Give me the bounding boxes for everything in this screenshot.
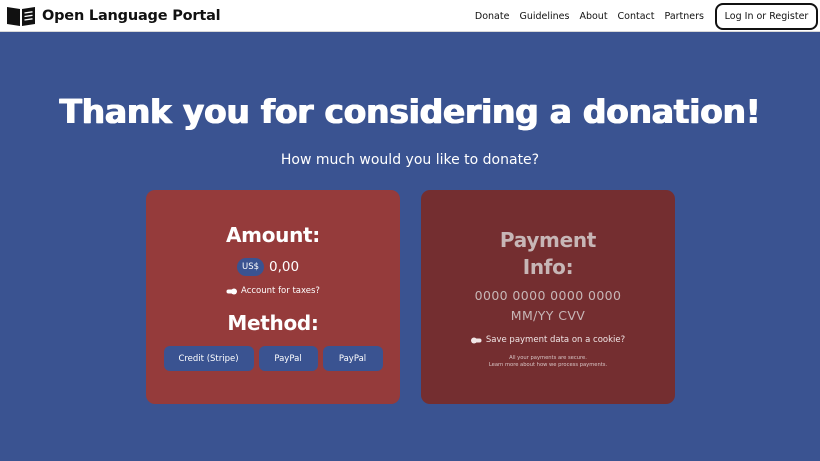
- toggle-on-icon: [226, 288, 238, 294]
- paypal-button-alt[interactable]: PayPal: [322, 346, 383, 371]
- save-payment-label: Save payment data on a cookie?: [485, 335, 626, 345]
- page-subtitle: How much would you like to donate?: [280, 152, 540, 168]
- method-heading: Method:: [227, 311, 319, 335]
- paypal-button[interactable]: PayPal: [258, 346, 318, 371]
- brand-name: Open Language Portal: [42, 7, 221, 24]
- open-book-icon: [7, 6, 35, 26]
- learn-more-link[interactable]: Learn more about how we process payments…: [421, 362, 675, 368]
- currency-selector[interactable]: US$: [236, 258, 265, 276]
- amount-row: US$: [146, 258, 400, 276]
- toggle-off-icon: [470, 337, 482, 343]
- tax-toggle[interactable]: Account for taxes?: [146, 286, 400, 296]
- credit-stripe-button[interactable]: Credit (Stripe): [163, 346, 254, 371]
- card-number-field[interactable]: 0000 0000 0000 0000: [421, 288, 675, 303]
- page-title: Thank you for considering a donation!: [59, 92, 761, 131]
- amount-heading: Amount:: [226, 223, 320, 247]
- nav-donate[interactable]: Donate: [475, 11, 510, 22]
- nav-guidelines[interactable]: Guidelines: [519, 11, 569, 22]
- secure-payment-note: All your payments are secure.: [509, 355, 587, 361]
- payment-method-options: Credit (Stripe) PayPal PayPal: [146, 346, 400, 371]
- amount-input[interactable]: [269, 259, 310, 275]
- payment-heading-line1: Payment: [499, 228, 597, 252]
- tax-toggle-label: Account for taxes?: [241, 286, 320, 296]
- payment-heading-line2: Info:: [522, 255, 574, 279]
- brand[interactable]: Open Language Portal: [6, 5, 221, 27]
- nav-about[interactable]: About: [579, 11, 607, 22]
- top-navigation-bar: Open Language Portal Donate Guidelines A…: [0, 0, 820, 32]
- save-payment-toggle[interactable]: Save payment data on a cookie?: [421, 335, 675, 345]
- main-nav: Donate Guidelines About Contact Partners: [465, 0, 704, 32]
- login-register-button[interactable]: Log In or Register: [715, 3, 818, 30]
- nav-contact[interactable]: Contact: [618, 11, 655, 22]
- nav-partners[interactable]: Partners: [665, 11, 704, 22]
- expiry-cvv-field[interactable]: MM/YY CVV: [421, 308, 675, 323]
